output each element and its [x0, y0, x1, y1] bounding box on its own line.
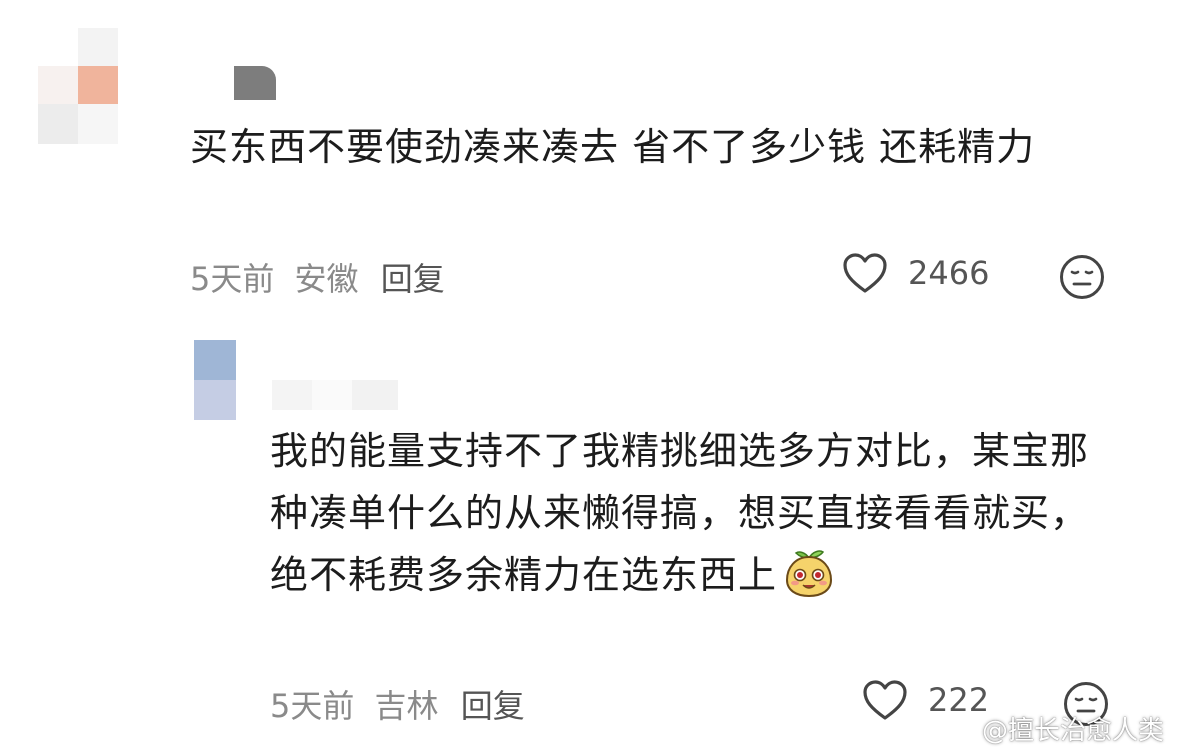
comment-text: 我的能量支持不了我精挑细选多方对比，某宝那种凑单什么的从来懒得搞，想买直接看看就… — [270, 420, 1110, 606]
comment-text: 买东西不要使劲凑来凑去 省不了多少钱 还耗精力 — [190, 125, 1036, 169]
avatar[interactable] — [194, 340, 236, 420]
comment-meta: 5天前 吉林 回复 — [270, 681, 525, 727]
watermark-text: @擅长治愈人类 — [981, 716, 1164, 746]
comment-meta: 5天前 安徽 回复 — [190, 254, 445, 300]
comment-time: 5天前 — [190, 260, 275, 298]
reply-button[interactable]: 回复 — [381, 260, 445, 298]
heart-outline-icon[interactable] — [862, 679, 908, 721]
username[interactable] — [272, 380, 402, 410]
comment-location: 吉林 — [374, 687, 439, 725]
weibo-logo-icon — [940, 715, 974, 743]
like-count: 2466 — [908, 254, 990, 292]
like-button[interactable]: 2466 — [842, 252, 989, 294]
heart-outline-icon[interactable] — [842, 252, 888, 294]
username[interactable] — [234, 66, 276, 100]
neutral-face-icon[interactable] — [1058, 253, 1106, 301]
watermark: @擅长治愈人类 — [940, 710, 1164, 747]
comment-location: 安徽 — [294, 260, 359, 298]
comment-body: 我的能量支持不了我精挑细选多方对比，某宝那种凑单什么的从来懒得搞，想买直接看看就… — [270, 429, 1090, 597]
reply-button[interactable]: 回复 — [461, 687, 525, 725]
avatar[interactable] — [38, 28, 118, 148]
comment-time: 5天前 — [270, 687, 355, 725]
sprout-face-emoji-icon — [783, 544, 835, 598]
